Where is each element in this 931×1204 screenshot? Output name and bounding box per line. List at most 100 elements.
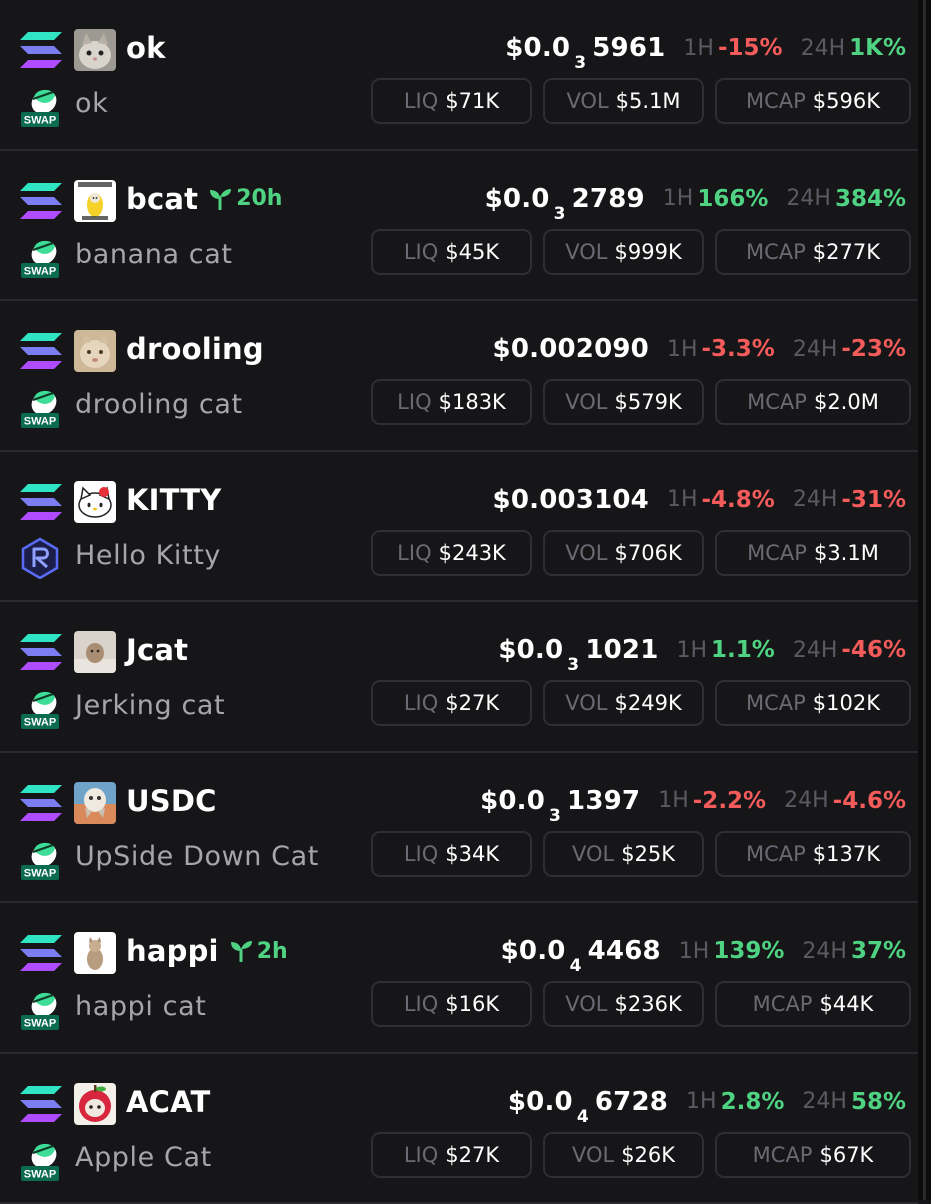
banana-cat-avatar: [74, 180, 116, 222]
token-row-ok[interactable]: SWAP ok ok $0.035961 1H -15% 24H 1K%: [0, 0, 918, 151]
scrollbar-track[interactable]: [923, 0, 926, 1200]
vol-box[interactable]: VOL $706K: [543, 530, 704, 576]
vol-box[interactable]: VOL $249K: [543, 680, 704, 726]
token-row-jcat[interactable]: SWAP Jcat Jerking cat $0.031021 1H 1.1% …: [0, 602, 918, 753]
liq-label: LIQ: [404, 89, 438, 113]
liq-box[interactable]: LIQ $243K: [371, 530, 532, 576]
solana-icon: [20, 935, 62, 971]
drooling-cat-avatar: [74, 330, 116, 372]
solana-icon: [20, 634, 62, 670]
mcap-label: MCAP: [746, 240, 806, 264]
token-symbol[interactable]: USDC: [126, 784, 217, 818]
symbol-line: drooling: [126, 329, 264, 369]
mcap-box[interactable]: MCAP $596K: [715, 78, 911, 124]
h24-label: 24H: [793, 487, 838, 512]
liq-box[interactable]: LIQ $27K: [371, 680, 532, 726]
price: $0.044468: [501, 936, 661, 966]
token-symbol[interactable]: bcat: [126, 182, 198, 216]
token-row-usdc[interactable]: SWAP USDC UpSide Down Cat $0.031397 1H -…: [0, 753, 918, 904]
liq-value: $34K: [445, 842, 499, 866]
vol-box[interactable]: VOL $236K: [543, 981, 704, 1027]
mcap-box[interactable]: MCAP $44K: [715, 981, 911, 1027]
symbol-line: ACAT: [126, 1082, 211, 1122]
mcap-box[interactable]: MCAP $137K: [715, 831, 911, 877]
token-symbol[interactable]: KITTY: [126, 483, 222, 517]
price-prefix: $0.0: [505, 33, 570, 63]
price-prefix: $0.0: [480, 786, 545, 816]
token-symbol[interactable]: ok: [126, 31, 166, 65]
h1-change: -2.2%: [693, 788, 766, 814]
vol-label: VOL: [572, 842, 614, 866]
token-symbol[interactable]: ACAT: [126, 1085, 211, 1119]
solana-icon: [20, 1086, 62, 1122]
liq-box[interactable]: LIQ $27K: [371, 1132, 532, 1178]
cat-photo-avatar: [74, 29, 116, 71]
swap-icon: SWAP: [20, 838, 60, 880]
happi-cat-avatar: [74, 932, 116, 974]
token-row-drooling[interactable]: SWAP drooling drooling cat $0.002090 1H …: [0, 301, 918, 452]
solana-icon: [20, 32, 62, 68]
liq-box[interactable]: LIQ $183K: [371, 379, 532, 425]
h1-label: 1H: [683, 36, 714, 61]
zero-count: 3: [574, 53, 586, 73]
h24-change: -31%: [841, 487, 906, 513]
swap-label: SWAP: [24, 416, 56, 428]
vol-box[interactable]: VOL $999K: [543, 229, 704, 275]
token-age: 2h: [229, 939, 288, 964]
price-line: $0.035961 1H -15% 24H 1K%: [505, 28, 906, 68]
scrollbar[interactable]: [918, 0, 931, 1200]
liq-label: LIQ: [404, 842, 438, 866]
mcap-box[interactable]: MCAP $3.1M: [715, 530, 911, 576]
price-digits: 1021: [585, 635, 658, 665]
liq-label: LIQ: [404, 1143, 438, 1167]
liq-box[interactable]: LIQ $71K: [371, 78, 532, 124]
h1-label: 1H: [686, 1089, 717, 1114]
solana-icon: [20, 183, 62, 219]
swap-icon: SWAP: [20, 236, 60, 278]
mcap-label: MCAP: [753, 992, 813, 1016]
price-line: $0.002090 1H -3.3% 24H -23%: [493, 329, 906, 369]
mcap-value: $596K: [813, 89, 880, 113]
token-name: happi cat: [75, 991, 206, 1022]
liq-box[interactable]: LIQ $45K: [371, 229, 532, 275]
mcap-box[interactable]: MCAP $67K: [715, 1132, 911, 1178]
age-label: 2h: [257, 939, 288, 964]
vol-label: VOL: [565, 691, 607, 715]
token-symbol[interactable]: drooling: [126, 332, 264, 366]
mcap-box[interactable]: MCAP $277K: [715, 229, 911, 275]
vol-box[interactable]: VOL $25K: [543, 831, 704, 877]
price-digits: 4468: [588, 936, 661, 966]
price-line: $0.031397 1H -2.2% 24H -4.6%: [480, 781, 906, 821]
token-row-kitty[interactable]: KITTY Hello Kitty $0.003104 1H -4.8% 24H…: [0, 452, 918, 603]
liq-box[interactable]: LIQ $16K: [371, 981, 532, 1027]
hello-kitty-avatar: [74, 481, 116, 523]
price-prefix: $0.0: [485, 184, 550, 214]
token-row-acat[interactable]: SWAP ACAT Apple Cat $0.046728 1H 2.8% 24…: [0, 1054, 918, 1204]
token-name: Jerking cat: [75, 690, 225, 721]
liq-value: $16K: [445, 992, 499, 1016]
vol-box[interactable]: VOL $5.1M: [543, 78, 704, 124]
h24-change: 58%: [851, 1089, 906, 1115]
vol-box[interactable]: VOL $26K: [543, 1132, 704, 1178]
mcap-box[interactable]: MCAP $2.0M: [715, 379, 911, 425]
mcap-box[interactable]: MCAP $102K: [715, 680, 911, 726]
swap-icon: SWAP: [20, 85, 60, 127]
h1-change: -4.8%: [702, 487, 775, 513]
token-list: SWAP ok ok $0.035961 1H -15% 24H 1K%: [0, 0, 918, 1204]
vol-box[interactable]: VOL $579K: [543, 379, 704, 425]
zero-count: 4: [577, 1107, 589, 1127]
token-row-bcat[interactable]: SWAP bcat 20h banana cat $0.032789 1H 16…: [0, 151, 918, 302]
h1-change: 166%: [697, 186, 768, 212]
token-row-happi[interactable]: SWAP happi 2h happi cat $0.044468 1H 139…: [0, 903, 918, 1054]
liq-box[interactable]: LIQ $34K: [371, 831, 532, 877]
token-symbol[interactable]: Jcat: [126, 633, 188, 667]
price-line: $0.003104 1H -4.8% 24H -31%: [493, 480, 906, 520]
mcap-value: $44K: [819, 992, 873, 1016]
price-prefix: $0.003104: [493, 485, 649, 515]
h1-label: 1H: [679, 939, 710, 964]
symbol-line: happi 2h: [126, 931, 288, 971]
stats: LIQ $34K VOL $25K MCAP $137K: [371, 831, 911, 877]
h24-label: 24H: [802, 939, 847, 964]
token-symbol[interactable]: happi: [126, 934, 219, 968]
h1-label: 1H: [667, 337, 698, 362]
